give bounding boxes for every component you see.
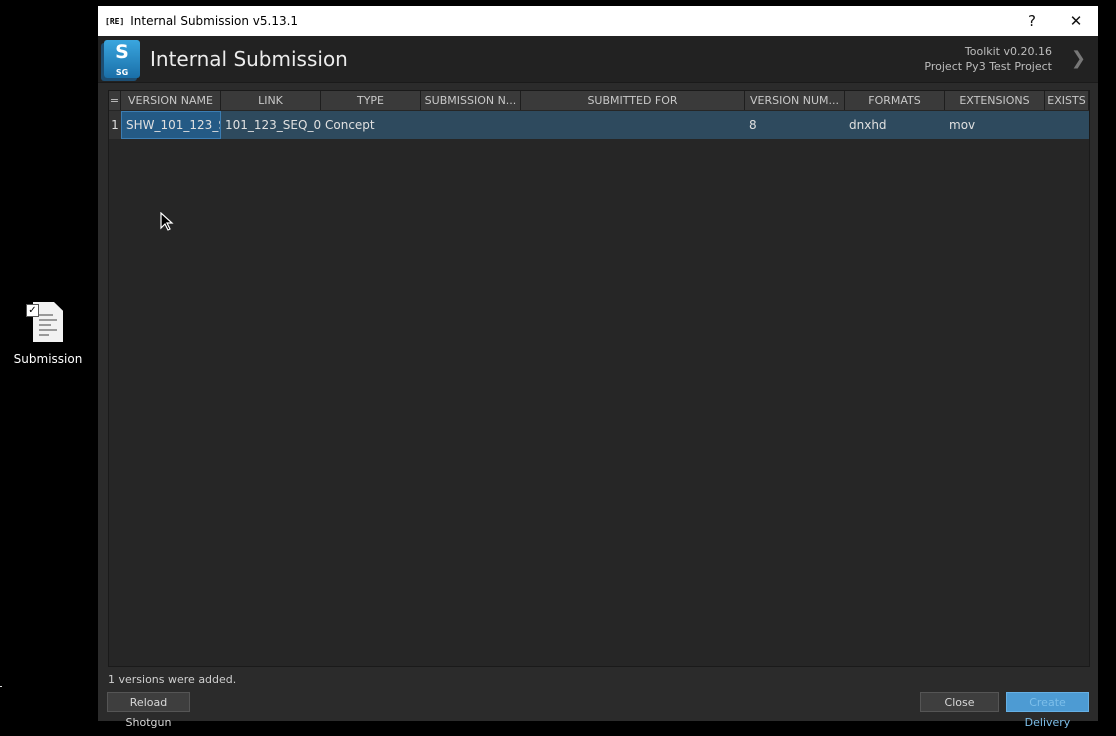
column-header-submission-note[interactable]: SUBMISSION N...: [421, 91, 521, 110]
app-header: S SG Internal Submission Toolkit v0.20.1…: [98, 36, 1098, 83]
help-button[interactable]: ?: [1010, 12, 1054, 30]
toolkit-version: Toolkit v0.20.16: [964, 45, 1052, 58]
project-name: Project Py3 Test Project: [924, 60, 1052, 73]
status-message: 1 versions were added.: [108, 673, 237, 686]
title-bar[interactable]: [RE] Internal Submission v5.13.1 ? ✕: [98, 6, 1098, 36]
cell-version-number[interactable]: 8: [745, 111, 845, 139]
cell-link[interactable]: 101_123_SEQ_0...: [221, 111, 321, 139]
chevron-right-icon[interactable]: ❯: [1071, 48, 1086, 69]
internal-submission-window: [RE] Internal Submission v5.13.1 ? ✕ S S…: [98, 6, 1098, 729]
column-header-link[interactable]: LINK: [221, 91, 321, 110]
column-header-exists[interactable]: EXISTS: [1045, 91, 1089, 110]
window-title: Internal Submission v5.13.1: [130, 14, 299, 28]
column-header-extensions[interactable]: EXTENSIONS: [945, 91, 1045, 110]
cell-type[interactable]: Concept: [321, 111, 421, 139]
selection-checkbox[interactable]: ✓: [26, 304, 39, 317]
table-row[interactable]: 1 SHW_101_123_S... 101_123_SEQ_0... Conc…: [109, 111, 1089, 139]
versions-table[interactable]: = VERSION NAME LINK TYPE SUBMISSION N...…: [108, 90, 1090, 667]
table-header: = VERSION NAME LINK TYPE SUBMISSION N...…: [109, 91, 1089, 110]
column-header-version-number[interactable]: VERSION NUM...: [745, 91, 845, 110]
app-tag-icon: [RE]: [105, 16, 125, 26]
cell-extensions[interactable]: mov: [945, 111, 1045, 139]
context-info: Toolkit v0.20.16 Project Py3 Test Projec…: [924, 44, 1052, 74]
close-button[interactable]: Close: [920, 692, 999, 712]
column-header-version-name[interactable]: VERSION NAME: [121, 91, 221, 110]
corner-button[interactable]: =: [109, 91, 121, 110]
shotgun-logo-icon: S SG: [104, 40, 140, 78]
cell-submitted-for[interactable]: [521, 111, 745, 139]
desktop-file-submission[interactable]: ✓ Submission: [12, 302, 84, 366]
create-delivery-button[interactable]: Create Delivery: [1006, 692, 1089, 729]
app-title: Internal Submission: [150, 47, 348, 71]
desktop-icon-label: Submission: [13, 352, 83, 366]
cell-version-name[interactable]: SHW_101_123_S...: [121, 111, 221, 139]
cell-submission-note[interactable]: [421, 111, 521, 139]
close-window-button[interactable]: ✕: [1054, 12, 1098, 30]
column-header-formats[interactable]: FORMATS: [845, 91, 945, 110]
column-header-submitted-for[interactable]: SUBMITTED FOR: [521, 91, 745, 110]
stray-pixel: [0, 686, 2, 687]
reload-shotgun-button[interactable]: Reload Shotgun: [107, 692, 190, 729]
cell-formats[interactable]: dnxhd: [845, 111, 945, 139]
row-index[interactable]: 1: [109, 111, 121, 139]
cell-exists[interactable]: [1045, 111, 1089, 139]
column-header-type[interactable]: TYPE: [321, 91, 421, 110]
